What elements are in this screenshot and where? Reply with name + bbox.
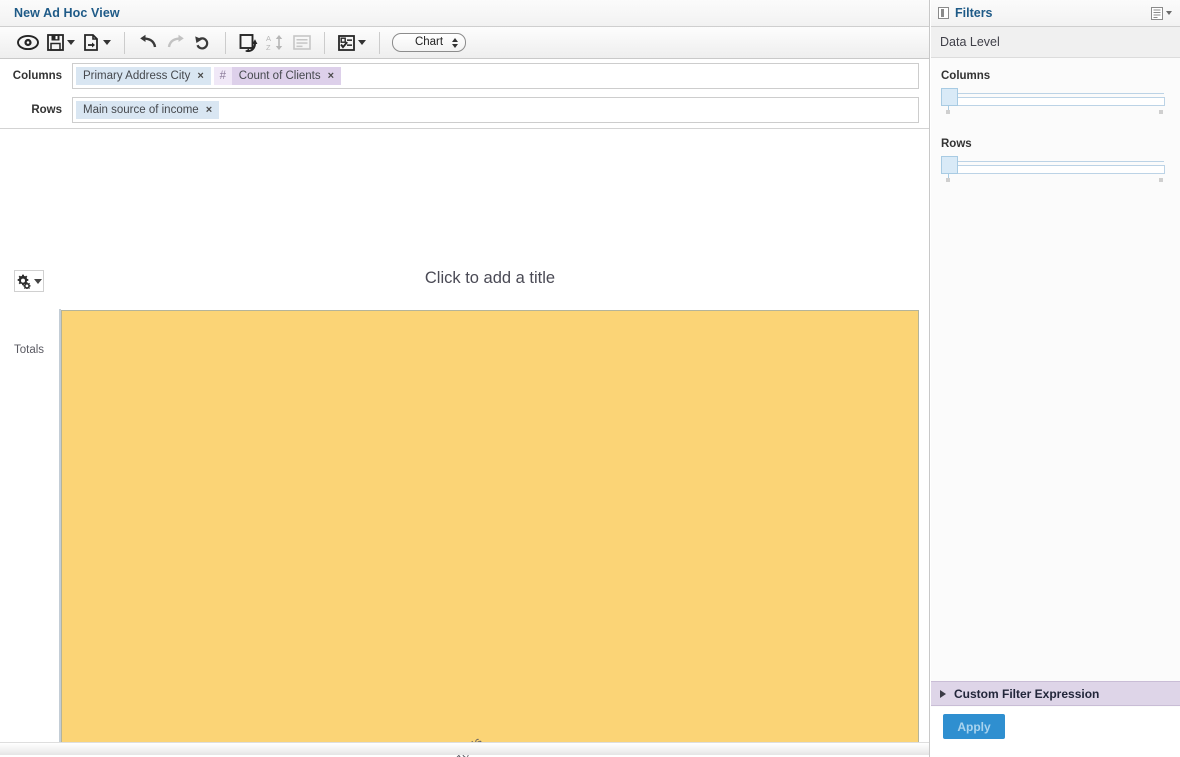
panel-collapse-icon[interactable] (938, 7, 949, 19)
filter-group-columns: Columns (941, 70, 1166, 114)
table-detail-icon (293, 35, 311, 50)
panel-menu-icon (1151, 6, 1163, 20)
rows-shelf-label: Rows (31, 104, 62, 116)
rows-data-level-slider[interactable] (941, 156, 1167, 182)
slider-ticks (941, 110, 1167, 115)
eye-icon (17, 34, 39, 51)
data-level-label: Data Level (940, 35, 1000, 49)
svg-text:A: A (266, 34, 271, 43)
chevron-down-icon (1166, 11, 1172, 15)
chip-remove-icon[interactable]: × (206, 104, 212, 116)
preview-button[interactable] (13, 29, 43, 57)
view-titlebar: New Ad Hoc View (0, 0, 929, 27)
switch-group-button[interactable] (235, 29, 262, 57)
filters-body: Columns Rows (931, 58, 1180, 182)
chip-count-of-clients-wrapper[interactable]: # Count of Clients × (213, 67, 342, 85)
filter-group-rows: Rows (941, 138, 1166, 182)
redo-arrow-icon (167, 34, 184, 48)
chip-label: Count of Clients (238, 70, 321, 82)
main-panel: New Ad Hoc View A Z Chart Columns Primar… (0, 0, 930, 757)
revert-button[interactable] (190, 29, 216, 57)
chip-label: Main source of income (83, 104, 199, 116)
custom-filter-expression-label: Custom Filter Expression (954, 686, 1100, 701)
toolbar-divider (225, 31, 226, 54)
export-button[interactable] (79, 29, 115, 57)
svg-text:Z: Z (266, 43, 271, 51)
sort-button[interactable]: A Z (262, 29, 289, 57)
chip-primary-address-city[interactable]: Primary Address City × (76, 67, 211, 85)
sort-az-icon: A Z (266, 34, 283, 51)
toolbar-divider (324, 31, 325, 54)
rows-shelf-row: Rows Main source of income × (0, 93, 929, 127)
chart-options-button[interactable] (14, 270, 44, 292)
apply-button[interactable]: Apply (943, 714, 1005, 739)
chart-type-select[interactable]: Chart (392, 33, 466, 52)
toolbar: A Z Chart (0, 27, 929, 59)
measure-hash-icon: # (219, 70, 226, 82)
chevron-down-icon (103, 40, 111, 45)
toolbar-divider (124, 31, 125, 54)
chevron-down-icon (34, 278, 42, 284)
filters-panel-title: Filters (955, 6, 993, 20)
chip-label: Primary Address City (83, 70, 191, 82)
undo-button[interactable] (134, 29, 162, 57)
display-options-button[interactable] (334, 29, 370, 57)
columns-shelf-dropzone[interactable]: Primary Address City × # Count of Client… (72, 63, 919, 89)
slider-track-line (950, 161, 1164, 162)
chevron-right-icon (940, 689, 946, 698)
undo-arrow-icon (140, 34, 157, 48)
stepper-arrows-icon (452, 37, 458, 48)
columns-shelf-label: Columns (12, 70, 62, 82)
canvas-horizontal-scrollbar[interactable] (0, 742, 929, 755)
chart-type-value: Chart (414, 35, 444, 48)
filters-panel-header: Filters (931, 0, 1180, 27)
slider-handle[interactable] (941, 156, 958, 174)
shelves: Columns Primary Address City × # Count o… (0, 59, 929, 129)
filters-footer: Apply (931, 707, 1180, 757)
revert-icon (195, 36, 209, 50)
chip-remove-icon[interactable]: × (197, 70, 203, 82)
slider-track[interactable] (943, 97, 1165, 106)
chart-canvas: Click to add a title Totals Totals 305 (0, 129, 929, 757)
page-title: New Ad Hoc View (14, 6, 120, 20)
chip-remove-icon[interactable]: × (328, 70, 334, 82)
slider-handle[interactable] (941, 88, 958, 106)
rows-shelf-dropzone[interactable]: Main source of income × (72, 97, 919, 123)
save-floppy-icon (47, 34, 64, 51)
toolbar-group-file (6, 27, 122, 58)
toolbar-group-history (127, 27, 223, 58)
filters-panel-menu-button[interactable] (1151, 6, 1172, 20)
slider-track-line (950, 93, 1164, 94)
toolbar-divider (379, 31, 380, 54)
switch-group-icon (239, 33, 258, 52)
gear-icon (17, 274, 31, 289)
slider-track[interactable] (943, 165, 1165, 174)
slider-ticks (941, 178, 1167, 183)
adhoc-view-designer: New Ad Hoc View A Z Chart Columns Primar… (0, 0, 1180, 757)
chip-count-of-clients[interactable]: Count of Clients × (231, 67, 342, 85)
columns-data-level-slider[interactable] (941, 88, 1167, 114)
chip-main-source-of-income[interactable]: Main source of income × (76, 101, 220, 119)
chevron-down-icon (67, 40, 75, 45)
redo-button[interactable] (162, 29, 190, 57)
filters-panel: Filters Data Level Columns Rows Custom F… (931, 0, 1180, 757)
filter-group-columns-label: Columns (941, 70, 991, 82)
export-icon (84, 34, 98, 51)
filter-group-rows-label: Rows (941, 138, 972, 150)
custom-filter-expression-toggle[interactable]: Custom Filter Expression (931, 681, 1180, 706)
toolbar-group-data: A Z (228, 27, 322, 58)
checklist-icon (338, 34, 355, 51)
plot-area: Totals (0, 309, 929, 757)
data-level-section-header: Data Level (931, 27, 1180, 58)
chevron-down-icon (358, 40, 366, 45)
chart-title-placeholder[interactable]: Click to add a title (60, 269, 920, 288)
toolbar-group-display (327, 27, 377, 58)
save-button[interactable] (43, 29, 79, 57)
heatmap-cell-totals[interactable] (61, 310, 919, 746)
detail-button[interactable] (289, 29, 315, 57)
columns-shelf-row: Columns Primary Address City × # Count o… (0, 59, 929, 93)
